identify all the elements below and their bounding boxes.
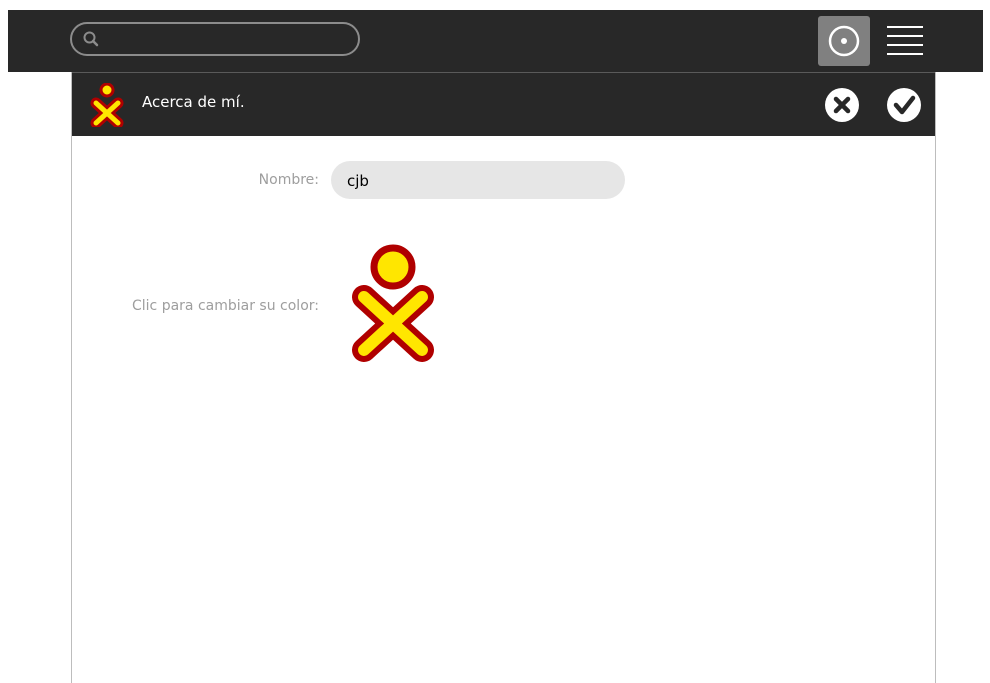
search-icon [83,31,99,47]
about-me-dialog: Acerca de mí. Nombre: Clic para cambiar … [71,72,936,683]
color-label: Clic para cambiar su color: [132,298,319,314]
name-label: Nombre: [258,172,319,188]
search-input[interactable] [106,27,350,53]
xo-icon [90,83,124,127]
list-view-button[interactable] [883,22,927,62]
neighborhood-view-icon [828,25,860,57]
name-field[interactable] [331,161,625,199]
neighborhood-view-button[interactable] [818,16,870,66]
xo-color-picker[interactable] [347,242,439,366]
search-box[interactable] [70,22,360,56]
top-toolbar [8,10,983,72]
name-input[interactable] [345,169,609,193]
dialog-header: Acerca de mí. [72,72,935,136]
list-view-icon [887,26,923,55]
cancel-icon[interactable] [824,87,860,123]
ok-icon[interactable] [886,87,922,123]
dialog-title: Acerca de mí. [142,93,245,111]
